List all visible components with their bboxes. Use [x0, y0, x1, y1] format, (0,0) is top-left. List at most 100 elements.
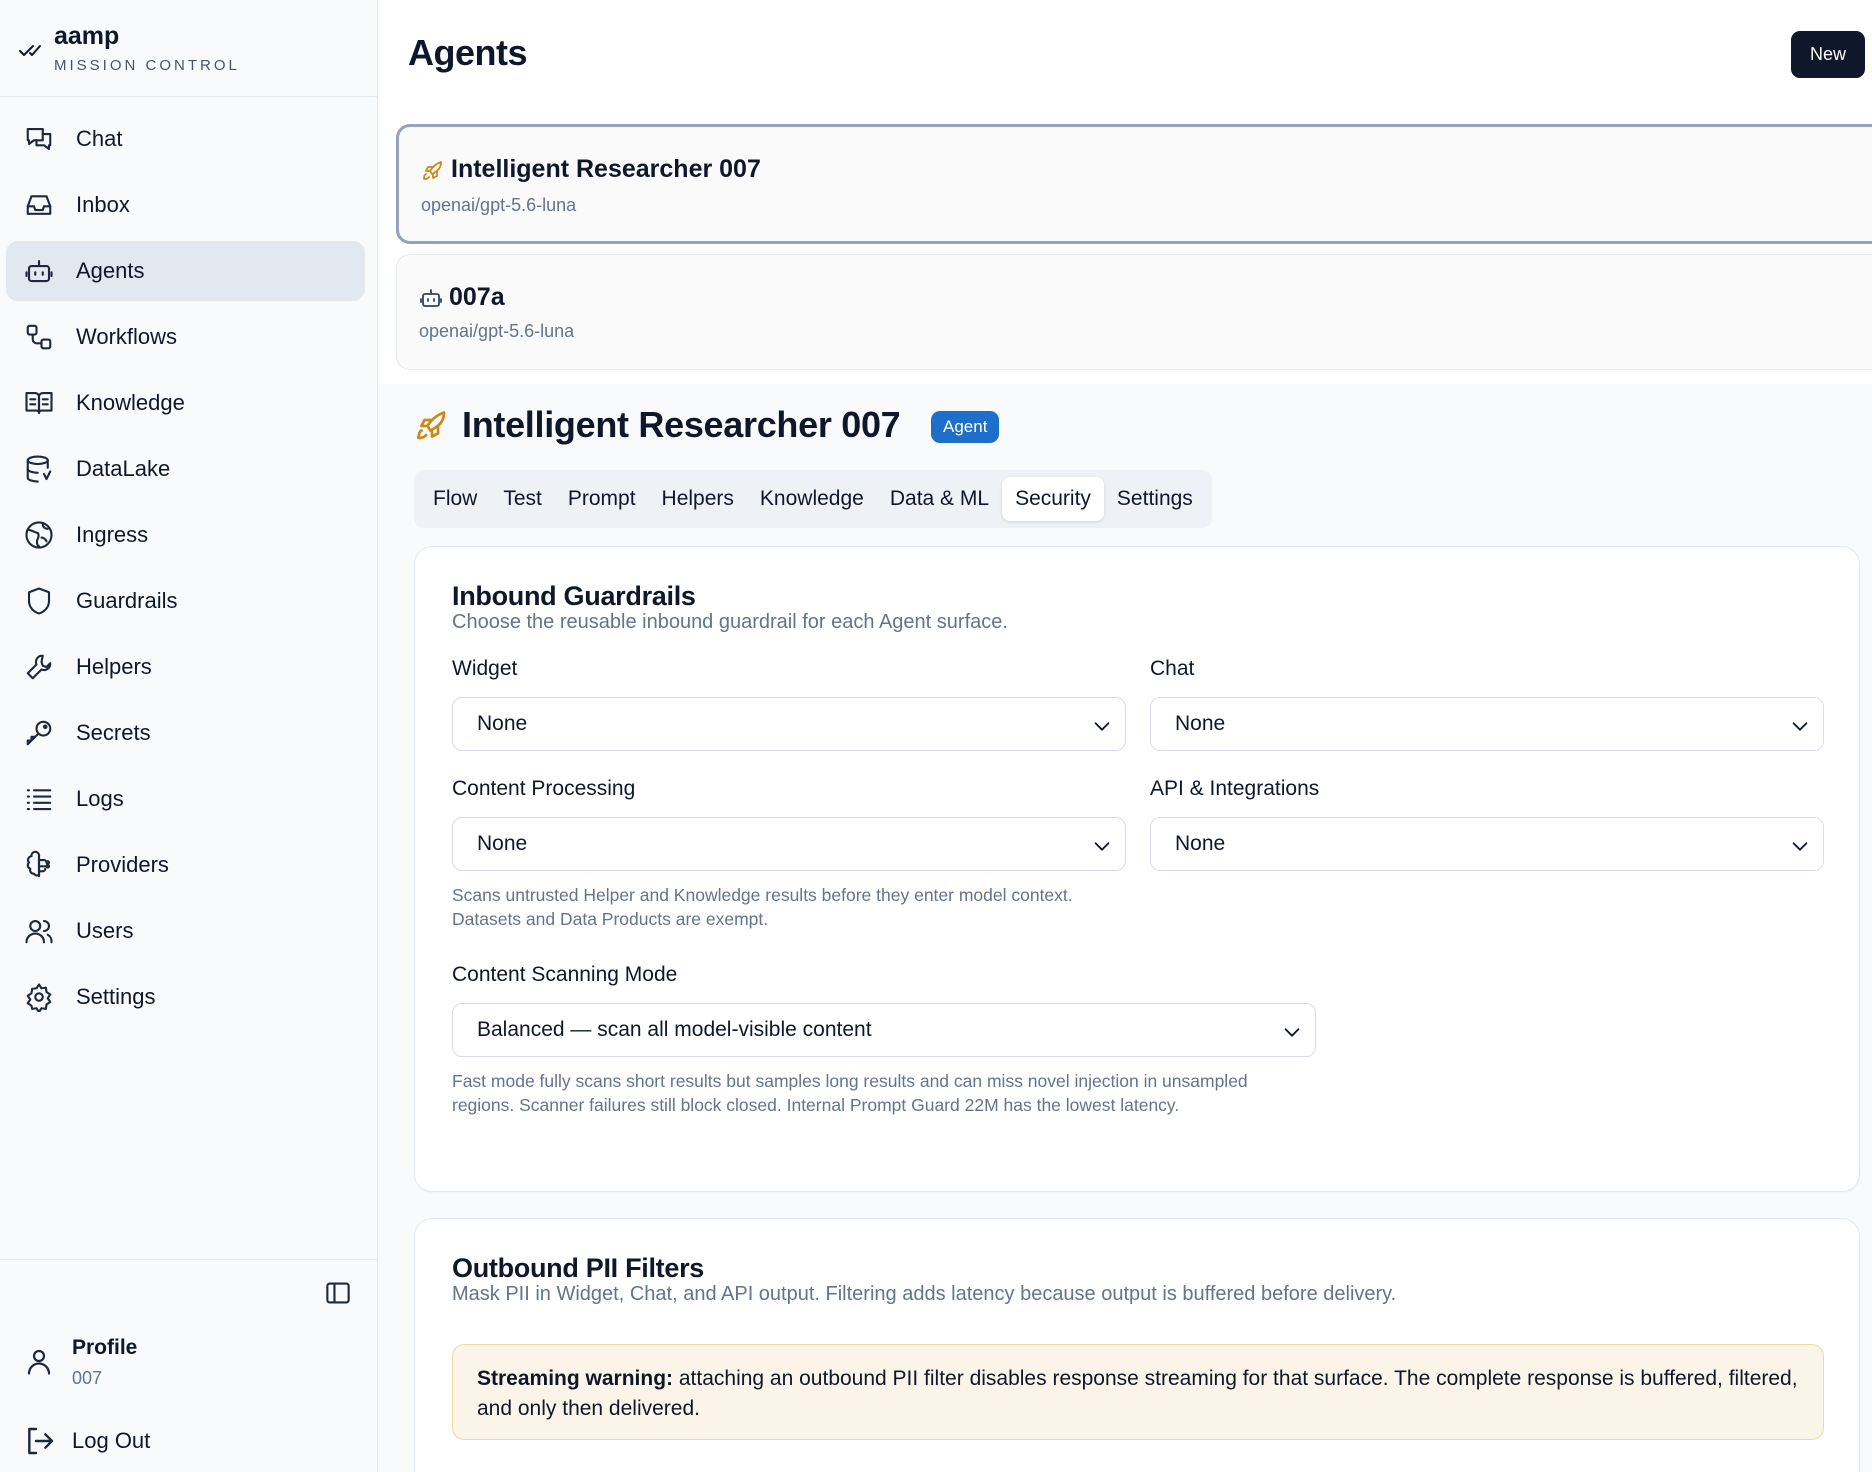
robot-icon	[25, 259, 53, 283]
logout-button[interactable]: Log Out	[20, 1420, 350, 1462]
sidebar-item-label: Inbox	[76, 192, 130, 217]
outbound-pii-card: Outbound PII Filters Mask PII in Widget,…	[414, 1218, 1860, 1472]
chevron-down-icon	[1094, 722, 1110, 731]
sidebar: aamp MISSION CONTROL Chat Inbox Agents W…	[0, 0, 378, 1472]
scan-mode-value: Balanced — scan all model-visible conten…	[477, 1018, 872, 1041]
sidebar-item-label: Users	[76, 918, 134, 943]
page-title: Agents	[408, 32, 528, 73]
tab-flow[interactable]: Flow	[420, 477, 490, 521]
brand: aamp MISSION CONTROL	[0, 0, 377, 97]
content-processing-value: None	[477, 832, 528, 855]
agent-detail: Intelligent Researcher 007 Agent Flow Te…	[378, 384, 1872, 1472]
sidebar-item-settings[interactable]: Settings	[6, 967, 365, 1027]
sidebar-item-label: Settings	[76, 984, 156, 1009]
content-processing-select[interactable]: None	[452, 817, 1126, 871]
robot-icon	[420, 289, 442, 307]
double-check-icon	[19, 45, 41, 56]
chevron-down-icon	[1094, 842, 1110, 851]
inbox-icon	[26, 195, 52, 215]
agent-model: openai/gpt-5.6-luna	[421, 195, 577, 215]
sidebar-item-label: Workflows	[76, 324, 178, 349]
user-icon	[27, 1349, 51, 1375]
shield-icon	[27, 587, 51, 615]
inbound-title: Inbound Guardrails	[452, 581, 696, 611]
tab-prompt[interactable]: Prompt	[555, 477, 649, 521]
api-integrations-value: None	[1175, 832, 1226, 855]
streaming-warning: Streaming warning: attaching an outbound…	[452, 1344, 1824, 1440]
agent-model: openai/gpt-5.6-luna	[419, 321, 575, 341]
tab-settings[interactable]: Settings	[1104, 477, 1206, 521]
profile-label: Profile	[72, 1336, 138, 1359]
warning-text: attaching an outbound PII filter disable…	[477, 1367, 1798, 1420]
widget-label: Widget	[452, 657, 518, 680]
agent-card[interactable]: 007a openai/gpt-5.6-luna	[396, 254, 1872, 370]
sidebar-collapse-icon[interactable]	[323, 1280, 353, 1306]
sidebar-item-guardrails[interactable]: Guardrails	[6, 571, 365, 631]
agent-name: Intelligent Researcher 007	[451, 155, 761, 183]
gear-icon	[26, 983, 52, 1012]
sidebar-item-label: Chat	[76, 126, 123, 151]
sidebar-item-label: Ingress	[76, 522, 149, 547]
agent-name: 007a	[449, 283, 505, 311]
api-integrations-label: API & Integrations	[1150, 777, 1320, 800]
tab-security[interactable]: Security	[1002, 477, 1104, 521]
brain-icon	[26, 850, 51, 878]
sidebar-item-chat[interactable]: Chat	[6, 109, 365, 169]
agents-list-panel: Agents New Intelligent Researcher 007 op…	[378, 0, 1872, 384]
scan-mode-select[interactable]: Balanced — scan all model-visible conten…	[452, 1003, 1316, 1057]
warning-strong: Streaming warning:	[477, 1367, 674, 1390]
scan-mode-help: Fast mode fully scans short results but …	[452, 1071, 1248, 1115]
agent-badge: Agent	[931, 411, 1000, 443]
tab-test[interactable]: Test	[490, 477, 555, 521]
sidebar-item-users[interactable]: Users	[6, 901, 365, 961]
chevron-down-icon	[1792, 722, 1808, 731]
profile-button[interactable]: Profile 007	[20, 1330, 350, 1396]
workflow-icon	[26, 324, 52, 350]
brand-subtitle: MISSION CONTROL	[54, 57, 240, 74]
api-integrations-select[interactable]: None	[1150, 817, 1824, 871]
chat-select-value: None	[1175, 712, 1226, 735]
tab-knowledge[interactable]: Knowledge	[747, 477, 877, 521]
sidebar-item-providers[interactable]: Providers	[6, 835, 365, 895]
logout-label: Log Out	[72, 1428, 151, 1453]
widget-select-value: None	[477, 712, 528, 735]
agent-card[interactable]: Intelligent Researcher 007 openai/gpt-5.…	[396, 124, 1872, 244]
tab-data-ml[interactable]: Data & ML	[877, 477, 1002, 521]
sidebar-item-logs[interactable]: Logs	[6, 769, 365, 829]
sidebar-item-label: Guardrails	[76, 588, 178, 613]
inbound-guardrails-card: Inbound Guardrails Choose the reusable i…	[414, 546, 1860, 1192]
agent-tabs: Flow Test Prompt Helpers Knowledge Data …	[414, 470, 1212, 528]
content-processing-help: Scans untrusted Helper and Knowledge res…	[452, 885, 1073, 929]
widget-select[interactable]: None	[452, 697, 1126, 751]
content-processing-label: Content Processing	[452, 777, 636, 800]
rocket-icon	[417, 411, 446, 440]
main-content: Agents New Intelligent Researcher 007 op…	[378, 0, 1872, 1472]
inbound-description: Choose the reusable inbound guardrail fo…	[452, 611, 1008, 633]
tab-helpers[interactable]: Helpers	[649, 477, 747, 521]
sidebar-item-label: Secrets	[76, 720, 151, 745]
agent-detail-title: Intelligent Researcher 007	[462, 404, 901, 445]
sidebar-item-helpers[interactable]: Helpers	[6, 637, 365, 697]
sidebar-divider	[0, 1259, 377, 1260]
sidebar-item-agents[interactable]: Agents	[6, 241, 365, 301]
sidebar-item-label: Providers	[76, 852, 169, 877]
sidebar-item-label: Logs	[76, 786, 124, 811]
users-icon	[25, 919, 53, 944]
sidebar-item-inbox[interactable]: Inbox	[6, 175, 365, 235]
chat-select[interactable]: None	[1150, 697, 1824, 751]
sidebar-item-secrets[interactable]: Secrets	[6, 703, 365, 763]
sidebar-item-datalake[interactable]: DataLake	[6, 439, 365, 499]
sidebar-item-workflows[interactable]: Workflows	[6, 307, 365, 367]
sidebar-item-label: Knowledge	[76, 390, 185, 415]
chevron-down-icon	[1284, 1028, 1300, 1037]
new-agent-button[interactable]: New	[1791, 31, 1865, 78]
sidebar-nav: Chat Inbox Agents Workflows Knowledge Da…	[6, 109, 365, 1033]
sidebar-item-ingress[interactable]: Ingress	[6, 505, 365, 565]
sidebar-item-label: DataLake	[76, 456, 171, 481]
logout-icon	[28, 1427, 54, 1455]
rocket-icon	[423, 161, 442, 180]
globe-icon	[25, 521, 53, 549]
sidebar-item-knowledge[interactable]: Knowledge	[6, 373, 365, 433]
sidebar-item-label: Helpers	[76, 654, 152, 679]
brand-name: aamp	[54, 22, 120, 50]
